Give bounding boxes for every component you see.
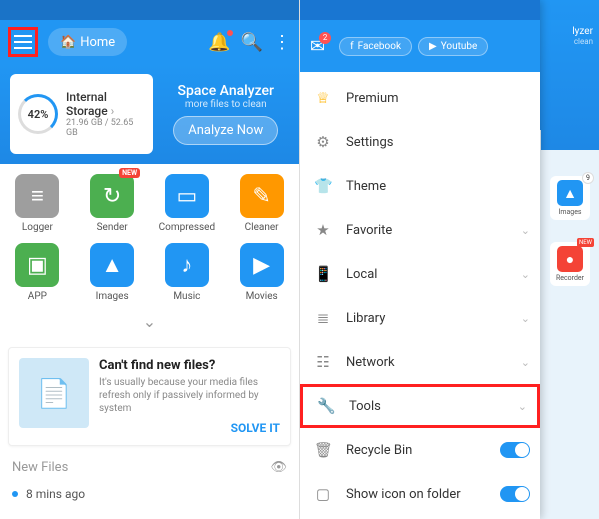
topbar: 🏠 Home 🔔 🔍 ⋮ <box>0 20 299 64</box>
menu-icon: 👕 <box>314 177 332 195</box>
menu-label: Theme <box>346 179 386 194</box>
menu-icon: ☷ <box>314 353 332 371</box>
info-card: 📄 Can't find new files? It's usually bec… <box>8 347 291 446</box>
storage-card[interactable]: 42% Internal Storage › 21.96 GB / 52.65 … <box>10 74 153 154</box>
analyzer-sub: more files to clean <box>185 99 267 110</box>
file-item[interactable]: 8 mins ago <box>0 483 299 505</box>
menu-label: Favorite <box>346 223 392 238</box>
grid-item-logger[interactable]: ≡Logger <box>0 174 75 233</box>
menu-list: ♕ Premium ⚙ Settings 👕 Theme ★ Favorite ⌄ 📱 Local ⌄… <box>300 72 540 516</box>
analyzer-title: Space Analyzer <box>178 83 275 99</box>
mail-icon[interactable]: ✉2 <box>310 36 325 57</box>
menu-label: Library <box>346 311 385 326</box>
menu-label: Tools <box>349 399 381 414</box>
menu-item-theme[interactable]: 👕 Theme <box>300 164 540 208</box>
nav-drawer: ✉2 fFacebook ▶Youtube ♕ Premium ⚙ Settings 👕 T… <box>300 0 540 519</box>
background-peek: lyzer clean 9 ▲ Images NEW ● Recorder <box>541 20 599 519</box>
menu-icon: ⚙ <box>314 133 332 151</box>
menu-icon: ≣ <box>314 309 332 327</box>
solve-it-button[interactable]: SOLVE IT <box>99 421 280 435</box>
menu-label: Premium <box>346 91 399 106</box>
menu-item-favorite[interactable]: ★ Favorite ⌄ <box>300 208 540 252</box>
storage-size: 21.96 GB / 52.65 GB <box>66 118 145 138</box>
home-icon: 🏠 <box>60 35 76 50</box>
menu-item-premium[interactable]: ♕ Premium <box>300 76 540 120</box>
new-files-header: New Files 👁 <box>0 452 299 483</box>
menu-item-local[interactable]: 📱 Local ⌄ <box>300 252 540 296</box>
app-grid: ≡Logger↻NEWSender▭Compressed✎Cleaner ▣APP… <box>0 164 299 341</box>
bell-icon[interactable]: 🔔 <box>208 32 230 53</box>
hamburger-icon[interactable] <box>8 27 38 57</box>
peek-images[interactable]: 9 ▲ Images <box>550 176 590 220</box>
chevron-down-icon: ⌄ <box>521 224 530 237</box>
grid-item-app[interactable]: ▣APP <box>0 243 75 302</box>
menu-item-tools[interactable]: 🔧 Tools ⌄ <box>300 384 540 428</box>
youtube-button[interactable]: ▶Youtube <box>418 37 488 56</box>
toggle-switch[interactable] <box>500 486 530 502</box>
chevron-down-icon: ⌄ <box>521 356 530 369</box>
menu-item-show-icon-on-folder[interactable]: ▢ Show icon on folder <box>300 472 540 516</box>
search-icon[interactable]: 🔍 <box>241 32 263 53</box>
storage-percent: 42% <box>18 94 58 134</box>
menu-label: Recycle Bin <box>346 443 412 458</box>
grid-item-sender[interactable]: ↻NEWSender <box>75 174 150 233</box>
right-screen: lyzer clean 9 ▲ Images NEW ● Recorder ✉2… <box>300 0 599 519</box>
menu-label: Local <box>346 267 377 282</box>
facebook-button[interactable]: fFacebook <box>339 37 412 56</box>
menu-icon: 🔧 <box>317 397 335 415</box>
home-tab[interactable]: 🏠 Home <box>48 28 127 56</box>
menu-item-network[interactable]: ☷ Network ⌄ <box>300 340 540 384</box>
menu-icon: 🗑 <box>314 441 332 459</box>
grid-item-images[interactable]: ▲Images <box>75 243 150 302</box>
menu-label: Network <box>346 355 395 370</box>
menu-item-recycle-bin[interactable]: 🗑 Recycle Bin <box>300 428 540 472</box>
chevron-down-icon: ⌄ <box>518 400 527 413</box>
menu-icon: ♕ <box>314 89 332 107</box>
toggle-switch[interactable] <box>500 442 530 458</box>
analyze-button[interactable]: Analyze Now <box>173 116 278 145</box>
status-bar <box>0 0 299 20</box>
grid-item-cleaner[interactable]: ✎Cleaner <box>224 174 299 233</box>
card-title: Can't find new files? <box>99 358 280 373</box>
analyzer-section: 42% Internal Storage › 21.96 GB / 52.65 … <box>0 64 299 164</box>
card-illustration: 📄 <box>19 358 89 428</box>
more-icon[interactable]: ⋮ <box>273 32 291 53</box>
home-label: Home <box>80 35 115 50</box>
eye-icon[interactable]: 👁 <box>270 460 287 475</box>
menu-label: Show icon on folder <box>346 487 461 502</box>
card-desc: It's usually because your media files re… <box>99 376 280 415</box>
expand-chevron[interactable]: ⌄ <box>0 312 299 331</box>
menu-item-library[interactable]: ≣ Library ⌄ <box>300 296 540 340</box>
menu-item-settings[interactable]: ⚙ Settings <box>300 120 540 164</box>
status-bar <box>300 0 540 20</box>
menu-icon: ▢ <box>314 485 332 503</box>
drawer-header: ✉2 fFacebook ▶Youtube <box>300 20 540 72</box>
menu-label: Settings <box>346 135 393 150</box>
grid-item-music[interactable]: ♪Music <box>150 243 225 302</box>
left-screen: 🏠 Home 🔔 🔍 ⋮ 42% Internal Storage › 21.9… <box>0 0 300 519</box>
grid-item-movies[interactable]: ▶Movies <box>224 243 299 302</box>
peek-recorder[interactable]: NEW ● Recorder <box>550 242 590 286</box>
storage-title: Internal Storage › <box>66 90 145 118</box>
grid-item-compressed[interactable]: ▭Compressed <box>150 174 225 233</box>
menu-icon: 📱 <box>314 265 332 283</box>
chevron-down-icon: ⌄ <box>521 268 530 281</box>
menu-icon: ★ <box>314 221 332 239</box>
chevron-down-icon: ⌄ <box>521 312 530 325</box>
